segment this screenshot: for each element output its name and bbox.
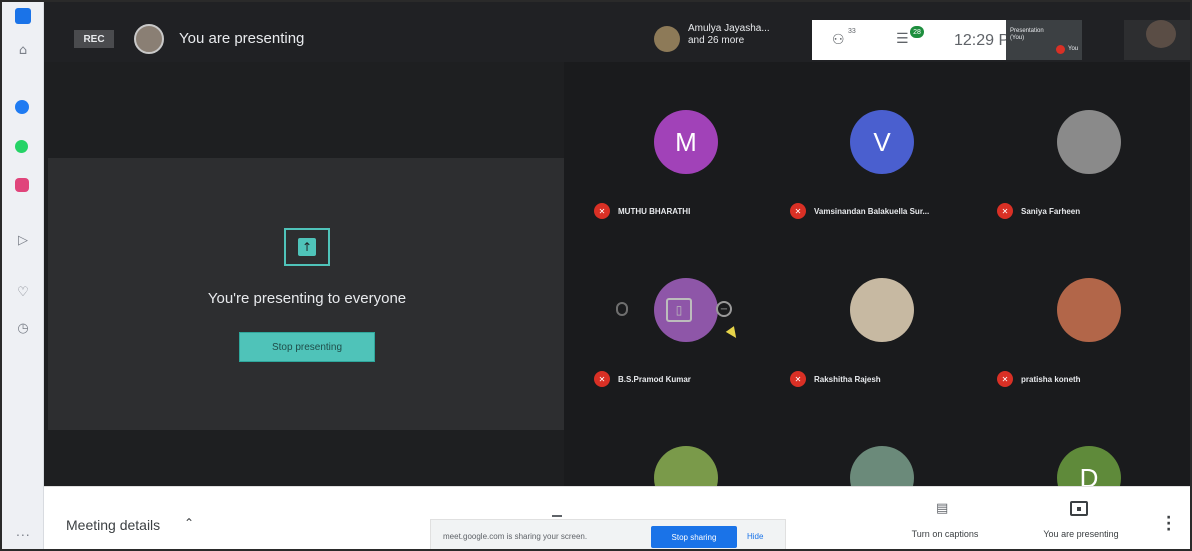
- participant-tile[interactable]: ✕ Rakshitha Rajesh: [782, 230, 982, 400]
- messenger-icon[interactable]: [15, 100, 29, 114]
- participant-avatar: M: [654, 110, 718, 174]
- participant-name-row: ✕ MUTHU BHARATHI: [594, 202, 690, 220]
- hide-link[interactable]: Hide: [747, 532, 763, 541]
- drag-handle-icon: [552, 513, 562, 517]
- instagram-icon[interactable]: [15, 178, 29, 192]
- present-screen-icon: ↑: [284, 228, 330, 266]
- participant-tile[interactable]: [586, 398, 786, 486]
- recording-badge: REC: [74, 30, 114, 48]
- participant-name: Rakshitha Rajesh: [814, 374, 881, 384]
- people-count: 33: [848, 28, 856, 35]
- browser-sidebar: ⌂ ▷ ♡ ◷: [2, 2, 44, 549]
- sidebar-more-icon[interactable]: ...: [16, 523, 31, 539]
- captions-button[interactable]: ▤ Turn on captions: [890, 501, 1000, 547]
- whatsapp-icon[interactable]: [15, 140, 28, 153]
- participant-tile[interactable]: ✕ Saniya Farheen: [989, 62, 1189, 232]
- presenting-title: You are presenting: [179, 30, 305, 47]
- home-icon[interactable]: ⌂: [15, 42, 31, 58]
- captions-icon: ▤: [936, 501, 949, 516]
- heart-icon[interactable]: ♡: [15, 284, 31, 300]
- bottom-bar: ... Meeting details ⌃ meet.google.com is…: [16, 486, 1190, 549]
- presentation-thumb-label: Presentation (You): [1010, 28, 1044, 41]
- participant-name-row: ✕ B.S.Pramod Kumar: [594, 370, 691, 388]
- presenting-tile: ↑ You're presenting to everyone Stop pre…: [48, 158, 566, 430]
- participant-name: pratisha koneth: [1021, 374, 1081, 384]
- participant-avatar: D: [1057, 446, 1121, 486]
- mic-off-icon: ✕: [790, 203, 806, 219]
- participant-photo: [1057, 110, 1121, 174]
- tile-hover-controls: ▯ −: [616, 294, 744, 324]
- mic-off-icon: ✕: [594, 203, 610, 219]
- chat-icon[interactable]: ☰: [896, 31, 909, 47]
- presentation-thumb-you: You: [1068, 46, 1079, 52]
- meeting-details-button[interactable]: Meeting details: [66, 517, 160, 533]
- participant-photo: [850, 278, 914, 342]
- participant-name-row: ✕ Vamsinandan Balakuella Sur...: [790, 202, 929, 220]
- others-line-1: Amulya Jayasha...: [688, 23, 770, 34]
- remove-icon[interactable]: −: [716, 301, 732, 317]
- participant-photo: [1057, 278, 1121, 342]
- play-icon[interactable]: ▷: [15, 232, 31, 248]
- pin-icon[interactable]: ▯: [666, 298, 692, 322]
- participant-name-row: ✕ pratisha koneth: [997, 370, 1081, 388]
- participant-avatar: V: [850, 110, 914, 174]
- participant-grid: M ✕ MUTHU BHARATHI V ✕ Vamsinandan Balak…: [564, 62, 1190, 486]
- screenshot-frame: ⌂ ▷ ♡ ◷ REC You are presenting Amulya Ja…: [0, 0, 1192, 551]
- participant-name-row: ✕ Saniya Farheen: [997, 202, 1080, 220]
- participant-name: MUTHU BHARATHI: [618, 206, 691, 216]
- participant-name: Saniya Farheen: [1021, 206, 1081, 216]
- people-icon[interactable]: ⚇: [832, 32, 845, 48]
- present-now-button[interactable]: You are presenting: [1026, 501, 1136, 547]
- chat-badge: 28: [910, 26, 924, 38]
- participant-name: B.S.Pramod Kumar: [618, 374, 691, 384]
- mic-off-icon: ✕: [997, 371, 1013, 387]
- other-participant-avatar: [654, 26, 680, 52]
- participant-name: Vamsinandan Balakuella Sur...: [814, 206, 930, 216]
- present-label: You are presenting: [1043, 529, 1119, 539]
- chevron-up-icon[interactable]: ⌃: [184, 516, 194, 530]
- participant-tile[interactable]: D: [989, 398, 1189, 486]
- more-options-icon[interactable]: · · ·: [1166, 511, 1171, 537]
- presenter-avatar: [134, 24, 164, 54]
- participant-tile[interactable]: M ✕ MUTHU BHARATHI: [586, 62, 786, 232]
- self-avatar: [1146, 20, 1176, 48]
- others-line-2: and 26 more: [688, 35, 745, 46]
- other-participants-summary: Amulya Jayasha... and 26 more: [688, 23, 770, 47]
- participant-tile[interactable]: [782, 398, 982, 486]
- browser-logo-icon[interactable]: [15, 8, 31, 24]
- participant-tile[interactable]: ✕ pratisha koneth: [989, 230, 1189, 400]
- captions-label: Turn on captions: [911, 529, 979, 539]
- mic-off-icon: ✕: [790, 371, 806, 387]
- participant-photo: [850, 446, 914, 486]
- presenting-message: You're presenting to everyone: [207, 290, 407, 307]
- clock-icon[interactable]: ◷: [15, 320, 31, 336]
- participant-photo: [654, 446, 718, 486]
- stop-sharing-button[interactable]: Stop sharing: [651, 526, 737, 548]
- participant-name-row: ✕ Rakshitha Rajesh: [790, 370, 881, 388]
- stop-presenting-button[interactable]: Stop presenting: [239, 332, 375, 362]
- mute-icon[interactable]: [616, 302, 628, 316]
- mic-off-icon: ✕: [997, 203, 1013, 219]
- mic-off-icon: ✕: [594, 371, 610, 387]
- self-view-tile[interactable]: [1124, 20, 1190, 60]
- presentation-thumbnail[interactable]: Presentation (You) You: [1006, 20, 1082, 60]
- participant-tile[interactable]: V ✕ Vamsinandan Balakuella Sur...: [782, 62, 982, 232]
- present-screen-icon: [1070, 501, 1088, 516]
- sharing-notice: meet.google.com is sharing your screen.: [443, 532, 588, 541]
- meet-stage: REC You are presenting Amulya Jayasha...…: [44, 2, 1190, 486]
- screen-sharing-bar: meet.google.com is sharing your screen. …: [430, 519, 786, 549]
- mic-off-icon: [1056, 45, 1065, 54]
